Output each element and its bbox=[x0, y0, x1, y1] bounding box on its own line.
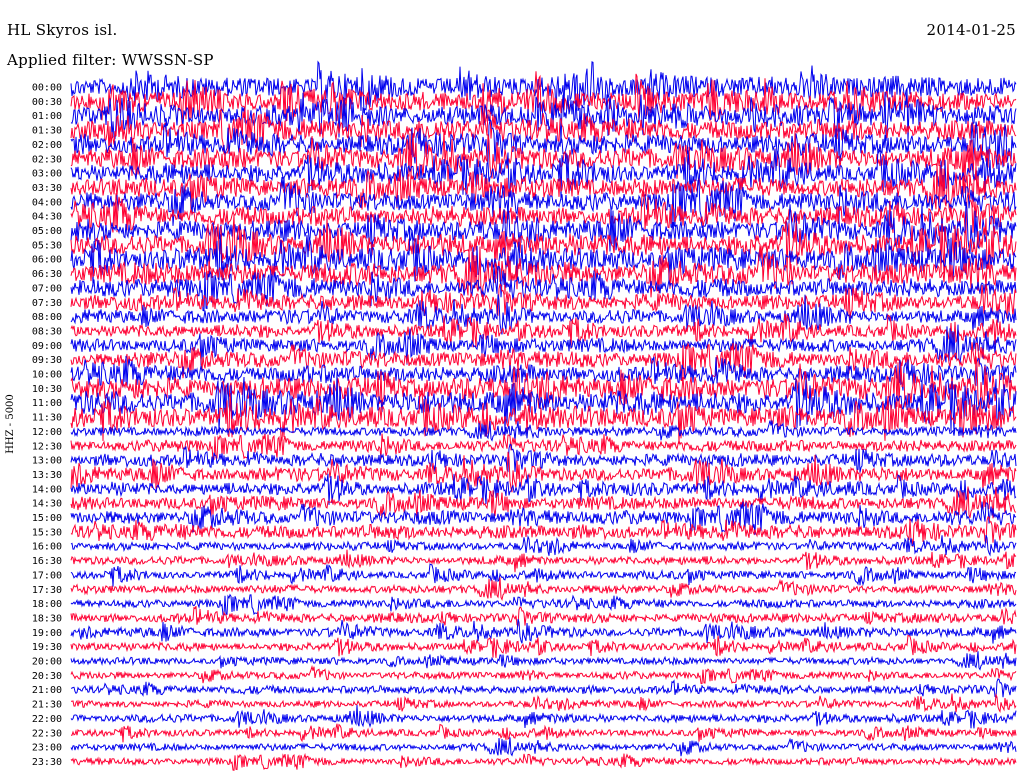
time-tick-label: 16:30 bbox=[32, 556, 62, 567]
trace-row bbox=[70, 433, 1017, 460]
time-tick-label: 20:00 bbox=[32, 657, 62, 668]
time-tick-label: 02:30 bbox=[32, 154, 62, 165]
trace-row bbox=[70, 634, 1017, 658]
time-tick-label: 11:30 bbox=[32, 413, 62, 424]
time-tick-label: 00:00 bbox=[32, 83, 62, 94]
time-tick-label: 11:00 bbox=[32, 398, 62, 409]
time-tick-label: 12:30 bbox=[32, 441, 62, 452]
time-tick-label: 13:00 bbox=[32, 456, 62, 467]
channel-label: HHZ - 5000 bbox=[5, 394, 16, 454]
time-tick-label: 08:00 bbox=[32, 312, 62, 323]
time-tick-label: 22:00 bbox=[32, 714, 62, 725]
time-tick-label: 03:00 bbox=[32, 169, 62, 180]
time-tick-label: 17:30 bbox=[32, 585, 62, 596]
time-tick-label: 16:00 bbox=[32, 542, 62, 553]
time-tick-label: 23:30 bbox=[32, 757, 62, 768]
time-tick-label: 05:00 bbox=[32, 226, 62, 237]
trace-row bbox=[70, 389, 1017, 444]
time-tick-label: 19:30 bbox=[32, 642, 62, 653]
trace-row bbox=[70, 664, 1017, 685]
trace-row bbox=[70, 737, 1017, 757]
time-tick-label: 02:00 bbox=[32, 140, 62, 151]
time-tick-label: 21:30 bbox=[32, 700, 62, 711]
trace-row bbox=[70, 371, 1017, 434]
time-tick-label: 13:30 bbox=[32, 470, 62, 481]
time-tick-label: 01:00 bbox=[32, 111, 62, 122]
time-tick-label: 15:00 bbox=[32, 513, 62, 524]
time-tick-label: 23:00 bbox=[32, 743, 62, 754]
trace-row bbox=[70, 563, 1017, 587]
time-tick-label: 04:30 bbox=[32, 212, 62, 223]
time-tick-label: 15:30 bbox=[32, 527, 62, 538]
trace-row bbox=[70, 549, 1017, 573]
time-tick-label: 06:00 bbox=[32, 255, 62, 266]
time-tick-label: 07:00 bbox=[32, 283, 62, 294]
time-axis: 00:00 00:30 01:00 01:30 02:00 02:30 03:00 03:30… bbox=[32, 83, 62, 768]
time-tick-label: 01:30 bbox=[32, 126, 62, 137]
trace-row bbox=[71, 723, 1017, 743]
helicorder-plot: 00:00 00:30 01:00 01:30 02:00 02:30 03:00 03:30… bbox=[32, 60, 1017, 771]
trace-layer bbox=[70, 60, 1017, 771]
trace-row bbox=[70, 752, 1017, 771]
time-tick-label: 04:00 bbox=[32, 197, 62, 208]
time-tick-label: 10:00 bbox=[32, 370, 62, 381]
time-tick-label: 22:30 bbox=[32, 728, 62, 739]
time-tick-label: 10:30 bbox=[32, 384, 62, 395]
time-tick-label: 09:00 bbox=[32, 341, 62, 352]
trace-row bbox=[70, 577, 1017, 601]
time-tick-label: 21:00 bbox=[32, 685, 62, 696]
trace-row bbox=[70, 534, 1017, 557]
time-tick-label: 12:00 bbox=[32, 427, 62, 438]
time-tick-label: 14:00 bbox=[32, 484, 62, 495]
trace-row bbox=[70, 593, 1017, 616]
time-tick-label: 07:30 bbox=[32, 298, 62, 309]
trace-row bbox=[70, 678, 1017, 699]
time-tick-label: 05:30 bbox=[32, 240, 62, 251]
time-tick-label: 20:30 bbox=[32, 671, 62, 682]
trace-row bbox=[71, 692, 1017, 714]
trace-row bbox=[70, 420, 1017, 442]
time-tick-label: 18:30 bbox=[32, 613, 62, 624]
time-tick-label: 03:30 bbox=[32, 183, 62, 194]
time-tick-label: 18:00 bbox=[32, 599, 62, 610]
time-tick-label: 14:30 bbox=[32, 499, 62, 510]
time-tick-label: 09:30 bbox=[32, 355, 62, 366]
trace-row bbox=[70, 651, 1017, 671]
trace-row bbox=[70, 605, 1017, 627]
time-tick-label: 08:30 bbox=[32, 326, 62, 337]
time-tick-label: 19:00 bbox=[32, 628, 62, 639]
time-tick-label: 06:30 bbox=[32, 269, 62, 280]
time-tick-label: 17:00 bbox=[32, 570, 62, 581]
time-tick-label: 00:30 bbox=[32, 97, 62, 108]
